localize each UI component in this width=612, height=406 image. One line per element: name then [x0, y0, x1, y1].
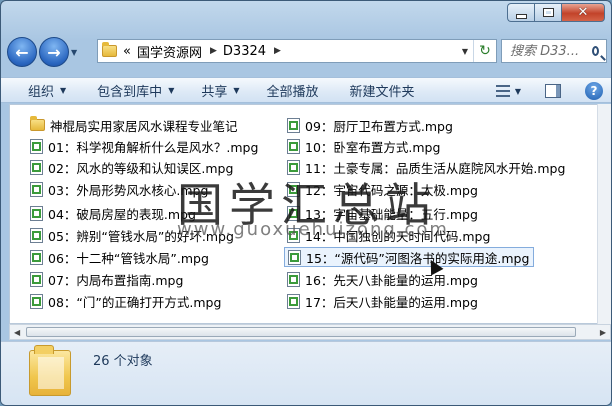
- video-file-icon: [30, 293, 43, 309]
- video-file-icon: [30, 138, 43, 154]
- list-item[interactable]: 09：厨厅卫布置方式.mpg: [287, 116, 453, 134]
- file-name: 08：“门”的正确打开方式.mpg: [48, 294, 222, 310]
- command-bar: 组织 ▼ 包含到库中 ▼ 共享 ▼ 全部播放 新建文件夹 ▼ ?: [1, 77, 611, 103]
- scroll-thumb[interactable]: [26, 327, 576, 337]
- video-file-icon: [287, 271, 300, 287]
- maximize-icon: [543, 9, 553, 16]
- search-icon[interactable]: [592, 46, 599, 56]
- share-label: 共享: [201, 84, 228, 100]
- file-name: 10：卧室布置方式.mpg: [305, 139, 441, 155]
- item-count: 26 个对象: [93, 354, 153, 369]
- organize-label: 组织: [28, 84, 55, 100]
- video-file-icon: [30, 271, 43, 287]
- file-name: 06：十二种“管钱水局”.mpg: [48, 250, 209, 266]
- scroll-left-icon[interactable]: ◀: [14, 328, 20, 337]
- list-item[interactable]: 01：科学视角解析什么是风水？.mpg: [30, 137, 258, 155]
- share-button[interactable]: 共享 ▼: [201, 78, 239, 102]
- search-input[interactable]: [508, 42, 592, 60]
- address-bar[interactable]: « 国学资源网 ▶ D3324 ▶ ▼ ↻: [97, 39, 497, 63]
- maximize-button[interactable]: [534, 3, 561, 22]
- address-actions: ▼ ↻: [457, 40, 496, 62]
- video-file-icon: [288, 249, 301, 265]
- help-icon[interactable]: ?: [585, 82, 603, 100]
- video-file-icon: [287, 293, 300, 309]
- address-history-dropdown[interactable]: ▼: [457, 47, 473, 56]
- list-item[interactable]: 神棍局实用家居风水课程专业笔记: [30, 116, 238, 134]
- close-icon: ✕: [577, 5, 589, 20]
- file-name: 15：“源代码”河图洛书的实际用途.mpg: [306, 250, 530, 266]
- scroll-right-icon[interactable]: ▶: [600, 328, 606, 337]
- arrow-right-icon: →: [47, 42, 61, 62]
- new-folder-label: 新建文件夹: [349, 84, 415, 100]
- chevron-down-icon: ▼: [168, 85, 175, 95]
- list-item[interactable]: 16：先天八卦能量的运用.mpg: [287, 270, 478, 288]
- folder-large-icon: [29, 345, 71, 396]
- file-name: 神棍局实用家居风水课程专业笔记: [50, 118, 238, 134]
- address-prefix[interactable]: «: [123, 44, 131, 59]
- video-file-icon: [30, 249, 43, 265]
- watermark-url: www.guoxuehuizong.com: [177, 219, 449, 240]
- list-item[interactable]: 07：内局布置指南.mpg: [30, 270, 183, 288]
- refresh-button[interactable]: ↻: [473, 40, 496, 62]
- video-file-icon: [30, 205, 43, 221]
- search-box[interactable]: [501, 39, 607, 63]
- breadcrumb-segment-0[interactable]: 国学资源网 ▶: [137, 42, 217, 61]
- window-controls: ✕: [507, 3, 605, 22]
- chevron-down-icon: ▼: [60, 85, 67, 95]
- video-file-icon: [30, 181, 43, 197]
- video-file-icon: [287, 138, 300, 154]
- include-library-label: 包含到库中: [97, 84, 163, 100]
- refresh-icon: ↻: [479, 43, 491, 59]
- minimize-icon: [515, 13, 527, 19]
- horizontal-scrollbar[interactable]: ◀ ▶: [9, 324, 611, 340]
- file-name: 01：科学视角解析什么是风水？.mpg: [48, 139, 259, 155]
- arrow-left-icon: ←: [15, 42, 29, 62]
- file-name: 04：破局房屋的表现.mpg: [48, 206, 196, 222]
- new-folder-button[interactable]: 新建文件夹: [350, 78, 415, 102]
- chevron-right-icon[interactable]: ▶: [210, 46, 217, 56]
- forward-button[interactable]: →: [39, 37, 69, 67]
- view-options-icon[interactable]: [495, 85, 510, 97]
- view-dropdown-icon[interactable]: ▼: [515, 87, 521, 96]
- video-file-icon: [30, 159, 43, 175]
- video-file-icon: [30, 227, 43, 243]
- address-prefix-label: «: [123, 43, 131, 59]
- back-button[interactable]: ←: [7, 37, 37, 67]
- file-name: 07：内局布置指南.mpg: [48, 272, 184, 288]
- play-all-label: 全部播放: [266, 84, 319, 100]
- list-item[interactable]: 06：十二种“管钱水局”.mpg: [30, 248, 209, 266]
- breadcrumb-label: 国学资源网: [136, 45, 202, 61]
- list-item[interactable]: 17：后天八卦能量的运用.mpg: [287, 292, 478, 310]
- preview-pane-icon[interactable]: [545, 84, 561, 98]
- file-name: 16：先天八卦能量的运用.mpg: [305, 272, 478, 288]
- navigation-buttons: ← → ▼: [7, 37, 81, 67]
- include-library-button[interactable]: 包含到库中 ▼: [97, 78, 174, 102]
- toolbar-right: ▼ ?: [495, 81, 603, 101]
- chevron-right-icon[interactable]: ▶: [274, 46, 281, 56]
- video-file-icon: [287, 117, 300, 133]
- vertical-scrollbar[interactable]: [597, 104, 611, 324]
- details-pane: 26 个对象: [1, 341, 611, 405]
- breadcrumb-label: D3324: [222, 43, 267, 59]
- explorer-window: ✕ ← → ▼ « 国学资源网 ▶ D3324 ▶ ▼ ↻ 组织 ▼ 包含到库中 ▼…: [0, 0, 612, 406]
- minimize-button[interactable]: [507, 3, 534, 22]
- file-name: 17：后天八卦能量的运用.mpg: [305, 294, 478, 310]
- folder-icon: [102, 42, 117, 57]
- breadcrumb-segment-1[interactable]: D3324 ▶: [223, 44, 281, 59]
- list-item[interactable]: 04：破局房屋的表现.mpg: [30, 204, 196, 222]
- chevron-down-icon: ▼: [233, 85, 240, 95]
- list-item-selected[interactable]: 15：“源代码”河图洛书的实际用途.mpg: [284, 247, 535, 267]
- list-item[interactable]: 08：“门”的正确打开方式.mpg: [30, 292, 221, 310]
- file-name: 09：厨厅卫布置方式.mpg: [305, 118, 453, 134]
- list-item[interactable]: 10：卧室布置方式.mpg: [287, 137, 440, 155]
- close-button[interactable]: ✕: [561, 3, 605, 22]
- play-all-button[interactable]: 全部播放: [267, 78, 319, 102]
- organize-button[interactable]: 组织 ▼: [28, 78, 66, 102]
- recent-pages-dropdown[interactable]: ▼: [71, 48, 81, 57]
- folder-icon: [30, 116, 45, 131]
